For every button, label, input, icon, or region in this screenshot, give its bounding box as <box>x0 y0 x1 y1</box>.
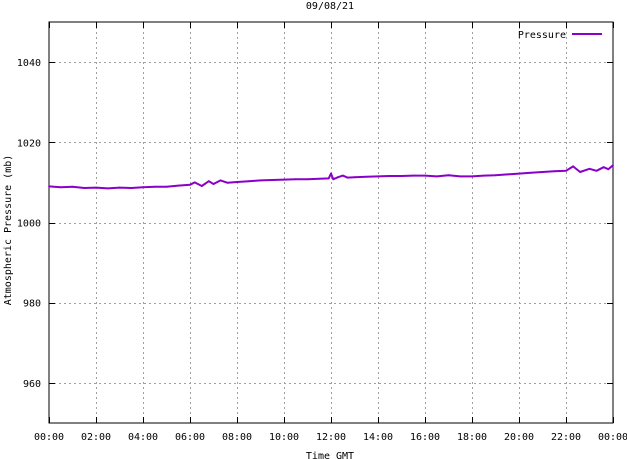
x-tick-label: 18:00 <box>457 432 487 443</box>
x-tick-label: 22:00 <box>551 432 581 443</box>
data-point-pressure <box>83 187 86 189</box>
data-point-pressure <box>412 174 415 177</box>
data-point-pressure <box>602 166 605 169</box>
data-point-pressure <box>471 175 473 178</box>
data-point-pressure <box>59 186 62 189</box>
x-tick-label: 00:00 <box>34 432 64 443</box>
data-point-pressure <box>236 181 238 183</box>
data-point-pressure <box>153 185 156 188</box>
data-point-pressure <box>95 186 97 189</box>
data-point-pressure <box>193 181 196 184</box>
data-point-pressure <box>337 176 339 179</box>
data-point-pressure <box>588 167 591 170</box>
data-point-pressure <box>318 177 321 180</box>
data-point-pressure <box>207 180 210 183</box>
data-point-pressure <box>226 181 229 184</box>
legend: Pressure <box>518 30 602 41</box>
data-point-pressure <box>565 169 567 172</box>
legend-label-pressure: Pressure <box>518 30 566 41</box>
data-point-pressure <box>435 175 438 178</box>
data-point-pressure <box>259 179 262 182</box>
data-point-pressure <box>118 186 121 189</box>
grid <box>49 22 613 423</box>
data-point-pressure <box>424 174 426 177</box>
data-point-pressure <box>518 172 520 175</box>
y-axis-label: Atmospheric Pressure (mb) <box>3 155 14 306</box>
data-point-pressure <box>332 178 335 181</box>
data-point-pressure <box>189 183 191 186</box>
data-point-pressure <box>541 171 544 173</box>
data-point-pressure <box>506 173 509 176</box>
data-point-pressure <box>212 183 215 185</box>
data-point-pressure <box>494 174 497 177</box>
x-tick-label: 06:00 <box>175 432 205 443</box>
x-tick-label: 04:00 <box>128 432 158 443</box>
data-point-pressure <box>365 175 368 178</box>
data-point-pressure <box>595 169 598 172</box>
data-point-pressure <box>294 178 297 181</box>
data-point-pressure <box>346 176 349 179</box>
data-point-pressure <box>71 185 74 188</box>
data-point-pressure <box>219 179 222 182</box>
y-tick-label: 1000 <box>17 219 41 230</box>
data-point-pressure <box>106 187 109 190</box>
chart-title: 09/08/21 <box>306 1 354 12</box>
data-point-pressure <box>271 179 274 181</box>
data-point-pressure <box>327 177 330 180</box>
data-point-pressure <box>377 175 379 178</box>
data-point-pressure <box>330 172 332 175</box>
data-point-pressure <box>283 178 285 181</box>
data-point-pressure <box>177 184 180 187</box>
y-tick-label: 1020 <box>17 138 41 149</box>
data-point-pressure <box>247 180 250 183</box>
pressure-chart: 09/08/21 00:00 02:00 04:00 06:00 08:00 10:00 1… <box>3 1 627 459</box>
data-point-pressure <box>165 185 168 188</box>
x-tick-label: 20:00 <box>504 432 534 443</box>
data-point-pressure <box>341 174 344 177</box>
data-point-pressure <box>142 186 144 189</box>
data-point-pressure <box>388 175 391 177</box>
data-point-pressure <box>459 175 462 178</box>
data-point-pressure <box>306 178 309 181</box>
x-tick-label: 10:00 <box>269 432 299 443</box>
x-axis-label: Time GMT <box>306 451 354 459</box>
x-tick-label: 00:00 <box>598 432 627 443</box>
x-tick-label: 08:00 <box>222 432 252 443</box>
data-point-pressure <box>400 175 403 177</box>
data-point-pressure <box>353 176 356 179</box>
y-tick-label: 1040 <box>17 58 41 69</box>
x-tick-label: 12:00 <box>316 432 346 443</box>
data-point-pressure <box>553 170 556 173</box>
data-point-pressure <box>447 174 450 177</box>
x-tick-label: 14:00 <box>363 432 393 443</box>
x-tick-label: 16:00 <box>410 432 440 443</box>
data-point-pressure <box>200 185 203 187</box>
y-tick-label: 960 <box>23 379 41 390</box>
axis-ticks: 00:00 02:00 04:00 06:00 08:00 10:00 12:00 14:00… <box>17 22 627 443</box>
data-point-pressure <box>579 171 581 173</box>
data-point-pressure <box>612 164 614 167</box>
data-point-pressure <box>48 185 50 188</box>
data-point-pressure <box>607 168 610 171</box>
data-point-pressure <box>529 171 532 174</box>
x-tick-label: 02:00 <box>81 432 111 443</box>
data-point-pressure <box>130 187 133 189</box>
y-tick-label: 980 <box>23 299 41 310</box>
data-point-pressure <box>572 165 574 168</box>
data-point-pressure <box>482 174 485 177</box>
